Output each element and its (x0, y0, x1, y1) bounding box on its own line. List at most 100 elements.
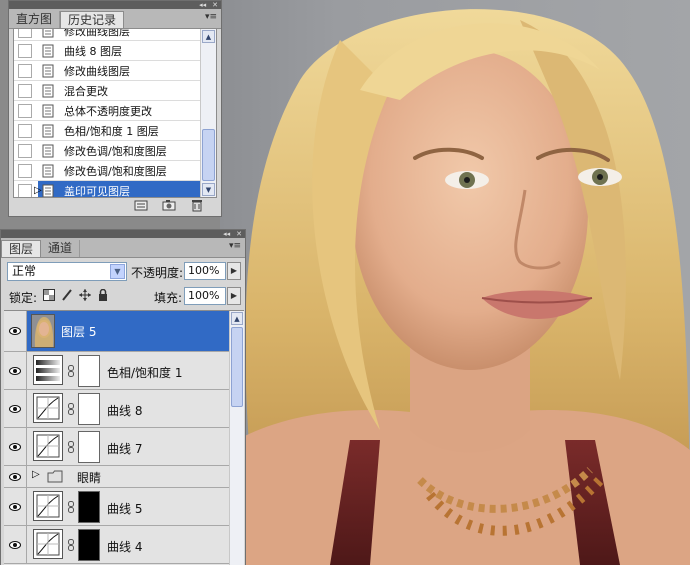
scroll-up-arrow-icon[interactable]: ▲ (231, 312, 243, 325)
tab-history[interactable]: 历史记录 (60, 11, 125, 28)
history-item-label: 混合更改 (64, 84, 108, 98)
history-state-icon (42, 104, 54, 118)
history-item-label: 修改色调/饱和度图层 (64, 144, 167, 158)
mask-link-chain-icon[interactable] (68, 539, 74, 551)
lock-move-icon[interactable] (79, 289, 91, 301)
mask-link-chain-icon[interactable] (68, 501, 74, 513)
layer-body[interactable]: 曲线 8 (27, 390, 229, 427)
history-brush-source-checkbox[interactable] (18, 83, 32, 98)
layer-name[interactable]: 曲线 4 (107, 538, 142, 555)
history-list[interactable]: 修改曲线图层 曲线 8 图层 修改曲线图层 混合更改 总体不透明度更改 色相/饱… (13, 28, 217, 198)
layer-row[interactable]: 曲线 5 (4, 488, 229, 526)
opacity-input[interactable]: 100% (184, 262, 226, 280)
history-item[interactable]: 色相/饱和度 1 图层 (14, 121, 200, 141)
scrollbar-thumb[interactable] (202, 129, 215, 181)
trash-icon[interactable] (189, 198, 205, 212)
layer-body[interactable]: ▷ 眼睛 (27, 466, 229, 487)
layer-name[interactable]: 眼睛 (77, 469, 101, 486)
history-state-icon (42, 84, 54, 98)
layer-row[interactable]: 曲线 7 (4, 428, 229, 466)
scroll-up-arrow-icon[interactable]: ▲ (202, 30, 215, 43)
layer-row[interactable]: 曲线 4 (4, 526, 229, 564)
history-brush-source-checkbox[interactable] (18, 43, 32, 58)
layer-mask-thumbnail[interactable] (78, 529, 100, 561)
close-icon[interactable]: ✕ (236, 230, 242, 238)
layer-body[interactable]: 图层 5 (27, 311, 229, 351)
visibility-eye-icon[interactable] (4, 428, 27, 465)
history-item[interactable]: 混合更改 (14, 81, 200, 101)
history-item[interactable]: 修改曲线图层 (14, 29, 200, 41)
layer-name[interactable]: 图层 5 (61, 323, 96, 340)
collapse-icon[interactable]: ◂◂ (199, 1, 206, 9)
tab-channels[interactable]: 通道 (41, 240, 81, 257)
history-brush-source-checkbox[interactable] (18, 63, 32, 78)
history-brush-source-checkbox[interactable] (18, 143, 32, 158)
layer-body[interactable]: 色相/饱和度 1 (27, 352, 229, 389)
layer-thumbnail (31, 314, 55, 348)
tab-layers[interactable]: 图层 (1, 240, 42, 257)
history-item-label: 修改色调/饱和度图层 (64, 164, 167, 178)
history-state-icon (42, 124, 54, 138)
visibility-eye-icon[interactable] (4, 488, 27, 525)
visibility-eye-icon[interactable] (4, 466, 27, 487)
layer-row[interactable]: 色相/饱和度 1 (4, 352, 229, 390)
panel-menu-icon[interactable]: ▾≡ (229, 241, 241, 251)
fill-slider-arrow-icon[interactable]: ▶ (227, 287, 241, 305)
layer-name[interactable]: 曲线 8 (107, 402, 142, 419)
layer-name[interactable]: 色相/饱和度 1 (107, 364, 183, 381)
close-icon[interactable]: ✕ (212, 1, 218, 9)
history-scrollbar[interactable]: ▲ ▼ (200, 29, 216, 197)
curves-adjustment-icon (33, 491, 63, 521)
visibility-eye-icon[interactable] (4, 390, 27, 427)
layer-mask-thumbnail[interactable] (78, 431, 100, 463)
visibility-eye-icon[interactable] (4, 526, 27, 563)
layer-name[interactable]: 曲线 7 (107, 440, 142, 457)
layer-name[interactable]: 曲线 5 (107, 500, 142, 517)
history-item[interactable]: 曲线 8 图层 (14, 41, 200, 61)
history-state-marker-icon[interactable]: ▷ (34, 185, 42, 196)
history-brush-source-checkbox[interactable] (18, 103, 32, 118)
layer-group-row[interactable]: ▷ 眼睛 (4, 466, 229, 488)
mask-link-chain-icon[interactable] (68, 365, 74, 377)
lock-transparency-icon[interactable] (43, 289, 55, 301)
layer-row[interactable]: 曲线 8 (4, 390, 229, 428)
new-document-icon[interactable] (133, 198, 149, 212)
portrait-photo (220, 9, 690, 565)
layer-mask-thumbnail[interactable] (78, 393, 100, 425)
history-brush-source-checkbox[interactable] (18, 163, 32, 178)
mask-link-chain-icon[interactable] (68, 441, 74, 453)
history-item[interactable]: 修改色调/饱和度图层 (14, 141, 200, 161)
snapshot-camera-icon[interactable] (161, 198, 177, 212)
history-item[interactable]: 修改色调/饱和度图层 (14, 161, 200, 181)
layers-scrollbar[interactable]: ▲ (229, 311, 244, 565)
layer-mask-thumbnail[interactable] (78, 355, 100, 387)
fill-input[interactable]: 100% (184, 287, 226, 305)
document-canvas[interactable] (220, 0, 690, 565)
panel-menu-icon[interactable]: ▾≡ (205, 12, 217, 22)
history-brush-source-checkbox[interactable] (18, 123, 32, 138)
history-brush-source-checkbox[interactable] (18, 183, 32, 197)
history-item[interactable]: 修改曲线图层 (14, 61, 200, 81)
tab-histogram[interactable]: 直方图 (9, 11, 61, 28)
mask-link-chain-icon[interactable] (68, 403, 74, 415)
blend-mode-select[interactable]: 正常 ▼ (7, 262, 127, 281)
collapse-icon[interactable]: ◂◂ (223, 230, 230, 238)
layers-panel-topbar: ◂◂ ✕ (1, 230, 245, 238)
chevron-down-icon[interactable]: ▼ (110, 264, 125, 279)
lock-brush-icon[interactable] (61, 289, 73, 301)
opacity-slider-arrow-icon[interactable]: ▶ (227, 262, 241, 280)
lock-all-icon[interactable] (97, 289, 109, 301)
layer-body[interactable]: 曲线 4 (27, 526, 229, 563)
layer-row-selected[interactable]: 图层 5 (4, 311, 229, 352)
layer-mask-thumbnail[interactable] (78, 491, 100, 523)
history-item[interactable]: 总体不透明度更改 (14, 101, 200, 121)
history-brush-source-checkbox[interactable] (18, 29, 32, 38)
visibility-eye-icon[interactable] (4, 352, 27, 389)
scrollbar-thumb[interactable] (231, 327, 243, 407)
layers-list[interactable]: 图层 5 色相/饱和度 1 曲线 8 曲线 7 ▷ 眼睛 曲线 5 曲线 4 ▲ (4, 310, 244, 565)
layer-body[interactable]: 曲线 5 (27, 488, 229, 525)
expand-triangle-icon[interactable]: ▷ (32, 469, 40, 480)
visibility-eye-icon[interactable] (4, 311, 27, 351)
history-state-icon (42, 184, 54, 197)
layer-body[interactable]: 曲线 7 (27, 428, 229, 465)
